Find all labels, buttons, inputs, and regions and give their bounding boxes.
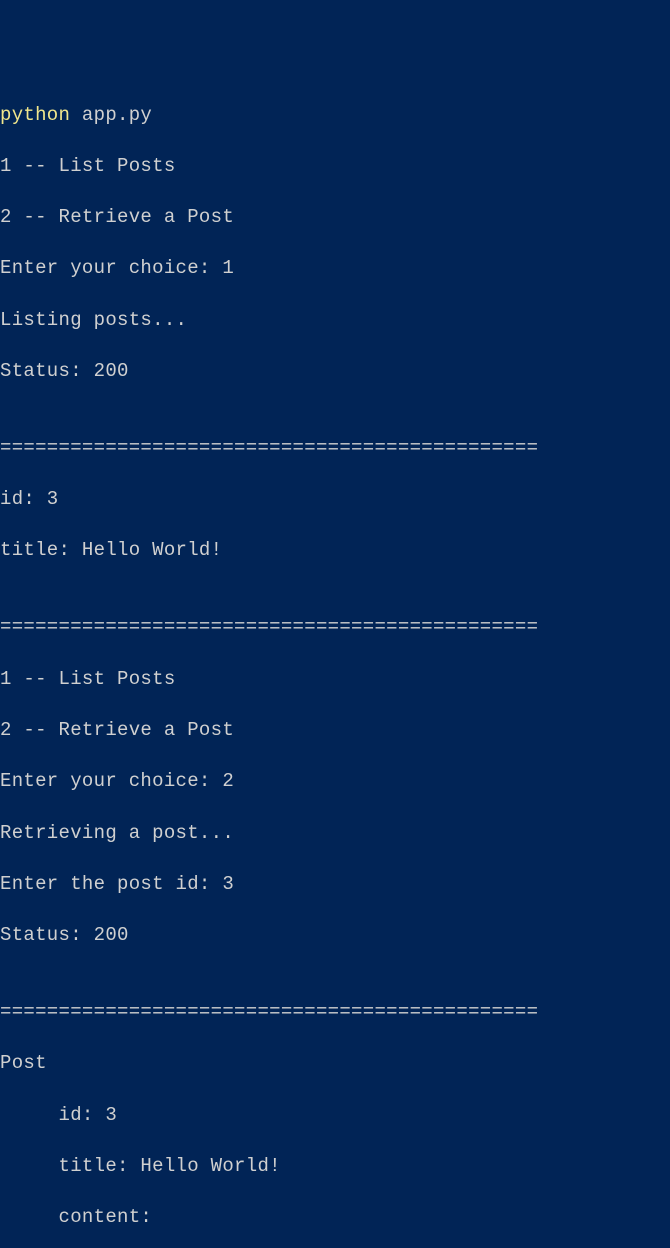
http-status-1: Status: 200	[0, 359, 670, 385]
post-detail-title: title: Hello World!	[0, 1154, 670, 1180]
post-header: Post	[0, 1051, 670, 1077]
retrieving-status: Retrieving a post...	[0, 821, 670, 847]
choice-prompt-1: Enter your choice: 1	[0, 256, 670, 282]
separator: ========================================…	[0, 1000, 670, 1026]
post-title-line: title: Hello World!	[0, 538, 670, 564]
menu-option-2: 2 -- Retrieve a Post	[0, 718, 670, 744]
separator: ========================================…	[0, 615, 670, 641]
command-line: python app.py	[0, 103, 670, 129]
menu-option-1: 1 -- List Posts	[0, 667, 670, 693]
menu-option-1: 1 -- List Posts	[0, 154, 670, 180]
post-detail-content-label: content:	[0, 1205, 670, 1231]
menu-option-2: 2 -- Retrieve a Post	[0, 205, 670, 231]
choice-prompt-2: Enter your choice: 2	[0, 769, 670, 795]
post-detail-id: id: 3	[0, 1103, 670, 1129]
http-status-2: Status: 200	[0, 923, 670, 949]
separator: ========================================…	[0, 436, 670, 462]
command-exe: python	[0, 104, 70, 126]
listing-status: Listing posts...	[0, 308, 670, 334]
command-arg: app.py	[70, 104, 152, 126]
post-id-prompt: Enter the post id: 3	[0, 872, 670, 898]
post-id-line: id: 3	[0, 487, 670, 513]
